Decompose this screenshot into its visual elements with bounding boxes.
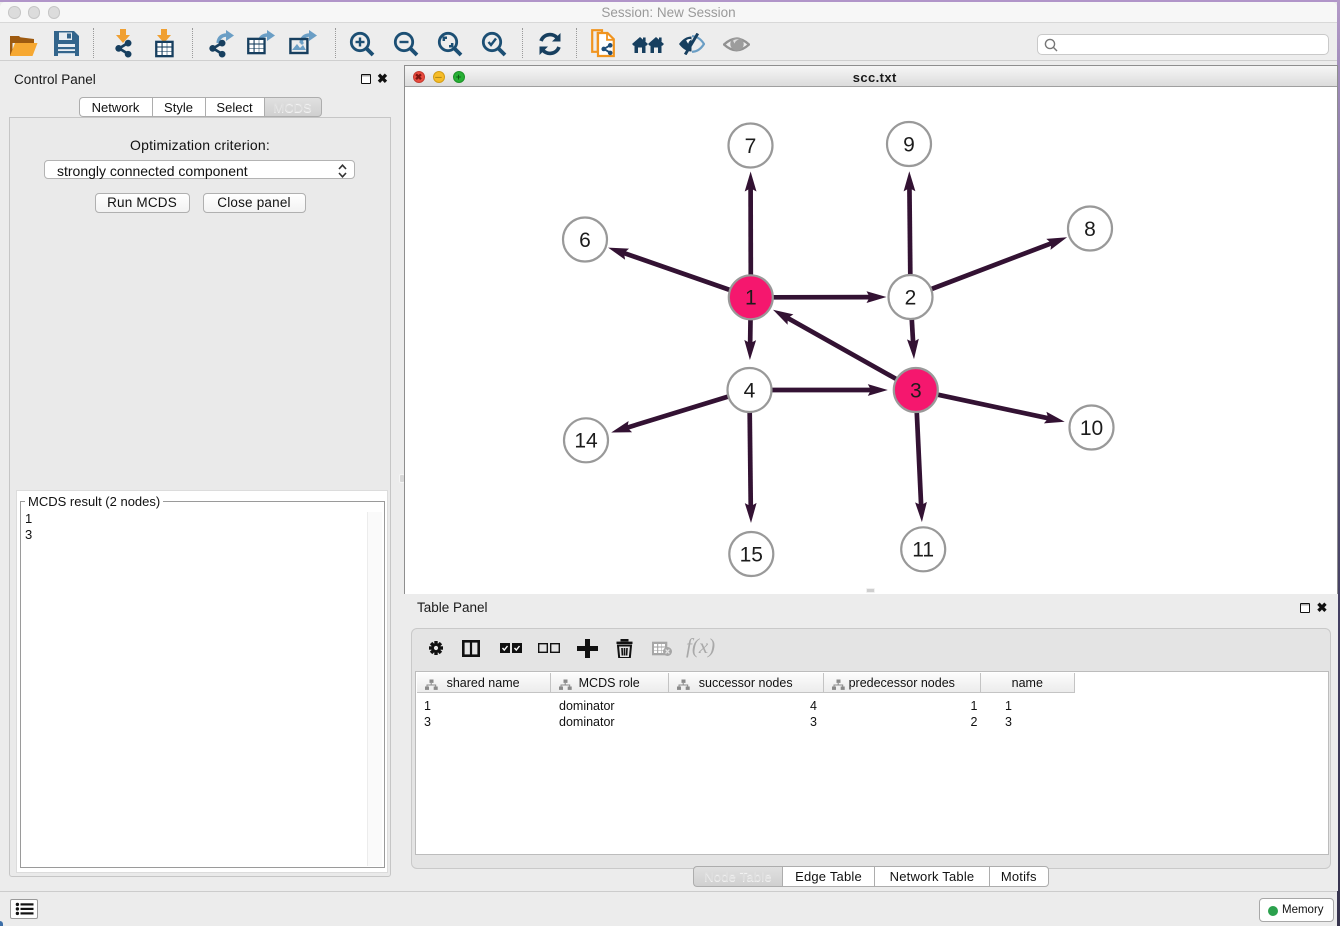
svg-text:14: 14: [574, 430, 598, 453]
svg-text:3: 3: [909, 379, 921, 402]
svg-text:10: 10: [1079, 417, 1102, 440]
svg-text:6: 6: [579, 229, 591, 252]
svg-text:11: 11: [912, 539, 934, 562]
svg-text:9: 9: [903, 133, 915, 156]
svg-text:7: 7: [744, 135, 756, 158]
svg-text:8: 8: [1084, 218, 1096, 241]
svg-text:4: 4: [743, 379, 755, 402]
svg-text:2: 2: [904, 286, 916, 309]
svg-text:1: 1: [744, 287, 756, 310]
svg-text:15: 15: [739, 543, 762, 566]
